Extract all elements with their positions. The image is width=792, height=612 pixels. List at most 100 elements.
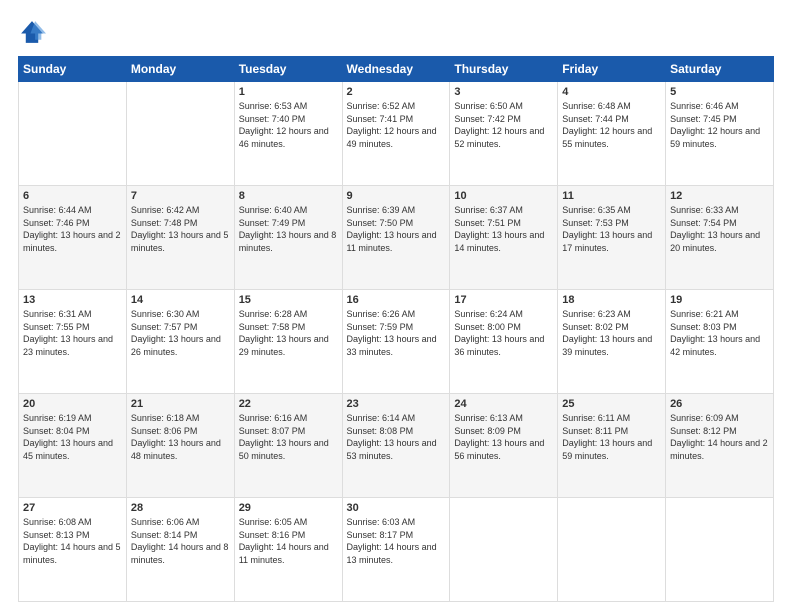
day-number: 21 [131,398,230,410]
week-row-2: 6Sunrise: 6:44 AMSunset: 7:46 PMDaylight… [19,186,774,290]
calendar-cell: 3 Sunrise: 6:50 AMSunset: 7:42 PMDaylight… [450,82,558,186]
calendar-cell: 2 Sunrise: 6:52 AMSunset: 7:41 PMDaylight… [342,82,450,186]
day-number: 30 [347,502,446,514]
day-number: 29 [239,502,338,514]
day-number: 20 [23,398,122,410]
calendar-cell: 22 Sunrise: 6:16 AMSunset: 8:07 PMDayligh… [234,394,342,498]
calendar-cell [666,498,774,602]
day-info: Sunrise: 6:14 AMSunset: 8:08 PMDaylight:… [347,412,446,462]
day-number: 24 [454,398,553,410]
calendar-cell: 28 Sunrise: 6:06 AMSunset: 8:14 PMDayligh… [126,498,234,602]
day-info: Sunrise: 6:31 AMSunset: 7:55 PMDaylight:… [23,308,122,358]
day-number: 28 [131,502,230,514]
calendar-cell [126,82,234,186]
day-number: 27 [23,502,122,514]
day-info: Sunrise: 6:37 AMSunset: 7:51 PMDaylight:… [454,204,553,254]
day-info: Sunrise: 6:46 AMSunset: 7:45 PMDaylight:… [670,100,769,150]
weekday-header-thursday: Thursday [450,57,558,82]
day-info: Sunrise: 6:08 AMSunset: 8:13 PMDaylight:… [23,516,122,566]
day-info: Sunrise: 6:30 AMSunset: 7:57 PMDaylight:… [131,308,230,358]
day-number: 3 [454,86,553,98]
calendar-cell: 7Sunrise: 6:42 AMSunset: 7:48 PMDaylight… [126,186,234,290]
week-row-4: 20 Sunrise: 6:19 AMSunset: 8:04 PMDayligh… [19,394,774,498]
calendar-cell: 9 Sunrise: 6:39 AMSunset: 7:50 PMDaylight… [342,186,450,290]
day-number: 6 [23,190,122,202]
day-number: 22 [239,398,338,410]
calendar-table: SundayMondayTuesdayWednesdayThursdayFrid… [18,56,774,602]
calendar-cell: 19 Sunrise: 6:21 AMSunset: 8:03 PMDayligh… [666,290,774,394]
calendar-cell: 21Sunrise: 6:18 AMSunset: 8:06 PMDayligh… [126,394,234,498]
weekday-header-saturday: Saturday [666,57,774,82]
day-info: Sunrise: 6:33 AMSunset: 7:54 PMDaylight:… [670,204,769,254]
day-info: Sunrise: 6:19 AMSunset: 8:04 PMDaylight:… [23,412,122,462]
day-number: 5 [670,86,769,98]
calendar-cell: 11 Sunrise: 6:35 AMSunset: 7:53 PMDayligh… [558,186,666,290]
calendar-cell: 5 Sunrise: 6:46 AMSunset: 7:45 PMDaylight… [666,82,774,186]
day-info: Sunrise: 6:09 AMSunset: 8:12 PMDaylight:… [670,412,769,462]
day-info: Sunrise: 6:50 AMSunset: 7:42 PMDaylight:… [454,100,553,150]
day-number: 26 [670,398,769,410]
calendar-cell: 25 Sunrise: 6:11 AMSunset: 8:11 PMDayligh… [558,394,666,498]
day-number: 12 [670,190,769,202]
weekday-header-friday: Friday [558,57,666,82]
day-info: Sunrise: 6:13 AMSunset: 8:09 PMDaylight:… [454,412,553,462]
day-info: Sunrise: 6:26 AMSunset: 7:59 PMDaylight:… [347,308,446,358]
calendar-cell: 4 Sunrise: 6:48 AMSunset: 7:44 PMDaylight… [558,82,666,186]
day-number: 1 [239,86,338,98]
day-number: 8 [239,190,338,202]
day-number: 25 [562,398,661,410]
calendar-cell: 10Sunrise: 6:37 AMSunset: 7:51 PMDayligh… [450,186,558,290]
calendar-cell: 27 Sunrise: 6:08 AMSunset: 8:13 PMDayligh… [19,498,127,602]
page: SundayMondayTuesdayWednesdayThursdayFrid… [0,0,792,612]
weekday-header-monday: Monday [126,57,234,82]
day-info: Sunrise: 6:05 AMSunset: 8:16 PMDaylight:… [239,516,338,566]
calendar-cell: 30 Sunrise: 6:03 AMSunset: 8:17 PMDayligh… [342,498,450,602]
day-number: 18 [562,294,661,306]
day-number: 13 [23,294,122,306]
calendar-cell: 8 Sunrise: 6:40 AMSunset: 7:49 PMDaylight… [234,186,342,290]
day-info: Sunrise: 6:21 AMSunset: 8:03 PMDaylight:… [670,308,769,358]
week-row-1: 1 Sunrise: 6:53 AMSunset: 7:40 PMDaylight… [19,82,774,186]
calendar-cell: 6Sunrise: 6:44 AMSunset: 7:46 PMDaylight… [19,186,127,290]
day-info: Sunrise: 6:28 AMSunset: 7:58 PMDaylight:… [239,308,338,358]
calendar-cell: 23 Sunrise: 6:14 AMSunset: 8:08 PMDayligh… [342,394,450,498]
day-number: 14 [131,294,230,306]
day-info: Sunrise: 6:39 AMSunset: 7:50 PMDaylight:… [347,204,446,254]
day-number: 7 [131,190,230,202]
day-info: Sunrise: 6:16 AMSunset: 8:07 PMDaylight:… [239,412,338,462]
calendar-cell [450,498,558,602]
day-number: 23 [347,398,446,410]
calendar-cell: 12 Sunrise: 6:33 AMSunset: 7:54 PMDayligh… [666,186,774,290]
calendar-cell: 17Sunrise: 6:24 AMSunset: 8:00 PMDayligh… [450,290,558,394]
day-info: Sunrise: 6:40 AMSunset: 7:49 PMDaylight:… [239,204,338,254]
calendar-cell: 29 Sunrise: 6:05 AMSunset: 8:16 PMDayligh… [234,498,342,602]
calendar-cell: 14 Sunrise: 6:30 AMSunset: 7:57 PMDayligh… [126,290,234,394]
weekday-header-tuesday: Tuesday [234,57,342,82]
week-row-3: 13 Sunrise: 6:31 AMSunset: 7:55 PMDayligh… [19,290,774,394]
day-info: Sunrise: 6:48 AMSunset: 7:44 PMDaylight:… [562,100,661,150]
day-number: 19 [670,294,769,306]
day-info: Sunrise: 6:53 AMSunset: 7:40 PMDaylight:… [239,100,338,150]
day-number: 11 [562,190,661,202]
calendar-cell: 26 Sunrise: 6:09 AMSunset: 8:12 PMDayligh… [666,394,774,498]
day-info: Sunrise: 6:24 AMSunset: 8:00 PMDaylight:… [454,308,553,358]
weekday-header-wednesday: Wednesday [342,57,450,82]
calendar-cell [558,498,666,602]
week-row-5: 27 Sunrise: 6:08 AMSunset: 8:13 PMDayligh… [19,498,774,602]
day-number: 16 [347,294,446,306]
day-number: 4 [562,86,661,98]
day-info: Sunrise: 6:35 AMSunset: 7:53 PMDaylight:… [562,204,661,254]
day-info: Sunrise: 6:03 AMSunset: 8:17 PMDaylight:… [347,516,446,566]
calendar-cell: 15 Sunrise: 6:28 AMSunset: 7:58 PMDayligh… [234,290,342,394]
calendar-cell: 20 Sunrise: 6:19 AMSunset: 8:04 PMDayligh… [19,394,127,498]
day-info: Sunrise: 6:11 AMSunset: 8:11 PMDaylight:… [562,412,661,462]
day-number: 2 [347,86,446,98]
logo-icon [18,18,46,46]
weekday-header-sunday: Sunday [19,57,127,82]
calendar-cell: 13 Sunrise: 6:31 AMSunset: 7:55 PMDayligh… [19,290,127,394]
day-info: Sunrise: 6:52 AMSunset: 7:41 PMDaylight:… [347,100,446,150]
day-info: Sunrise: 6:06 AMSunset: 8:14 PMDaylight:… [131,516,230,566]
calendar-cell: 24 Sunrise: 6:13 AMSunset: 8:09 PMDayligh… [450,394,558,498]
day-number: 15 [239,294,338,306]
day-number: 9 [347,190,446,202]
